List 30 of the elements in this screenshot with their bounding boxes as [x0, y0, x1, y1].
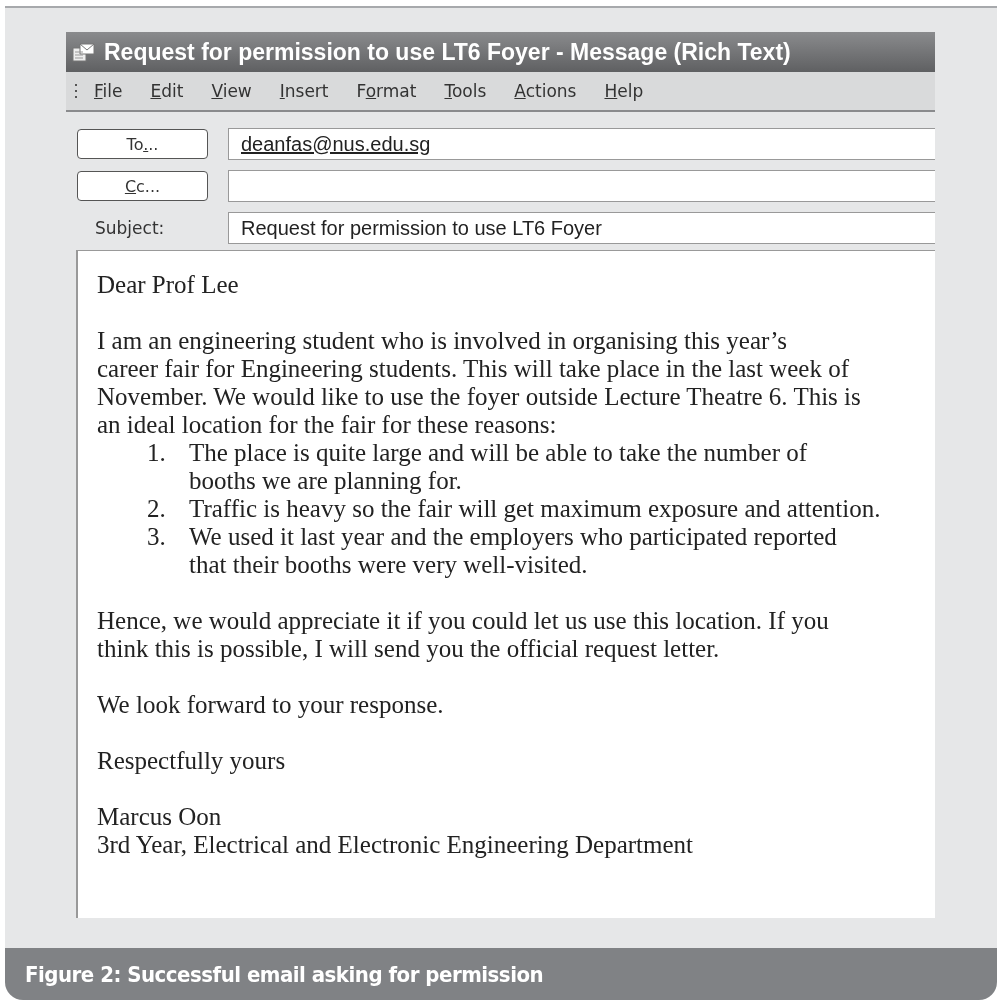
cc-button[interactable]: Cc... [77, 171, 208, 201]
menu-item[interactable]: Insert [267, 79, 341, 103]
message-paragraph: Marcus Oon 3rd Year, Electrical and Electronic Engineering Department [97, 803, 694, 859]
message-paragraph: I am an engineering student who is involved in organising this year’s career fair for Engineering students. This will take place in the last week of November. We would like to use the foyer outside Lecture Theatre 6. This is an ideal location for the fair for these reasons: [97, 327, 862, 439]
message-paragraph: Hence, we would appreciate it if you could let us use this location. If you think this is possible, I will send you the official request letter. [97, 607, 830, 663]
list-number: 1. [147, 439, 167, 468]
menu-item[interactable]: View [199, 79, 264, 103]
list-item-text: We used it last year and the employers who participated reported that their booths were very well-visited. [189, 523, 837, 579]
list-number: 3. [147, 523, 167, 552]
menu-item[interactable]: File [82, 79, 135, 103]
figure-caption: Figure 2: Successful email asking for permission [5, 948, 997, 1000]
list-item-text: The place is quite large and will be able to take the number of booths we are planning for. [189, 439, 808, 495]
menu-item[interactable]: Tools [432, 79, 499, 103]
menu-item[interactable]: Format [344, 79, 429, 103]
subject-field[interactable]: Request for permission to use LT6 Foyer [228, 212, 935, 244]
window-title: Request for permission to use LT6 Foyer - Message (Rich Text) [104, 38, 791, 66]
menu-item[interactable]: Actions [502, 79, 589, 103]
message-paragraph: We look forward to your response. [97, 691, 445, 719]
subject-label: Subject: [94, 218, 166, 238]
message-paragraph: Respectfully yours [97, 747, 287, 775]
to-button[interactable]: To... [77, 129, 208, 159]
cc-field[interactable] [228, 170, 935, 202]
list-item-text: Traffic is heavy so the fair will get maximum exposure and attention. [189, 495, 881, 523]
envelope-icon [72, 42, 96, 62]
menu-item[interactable]: Help [592, 79, 656, 103]
message-paragraph: Dear Prof Lee [97, 271, 240, 299]
menu-item[interactable]: Edit [138, 79, 196, 103]
list-number: 2. [147, 495, 167, 523]
grip-icon [74, 83, 78, 99]
to-field[interactable]: deanfas@nus.edu.sg [228, 128, 935, 160]
